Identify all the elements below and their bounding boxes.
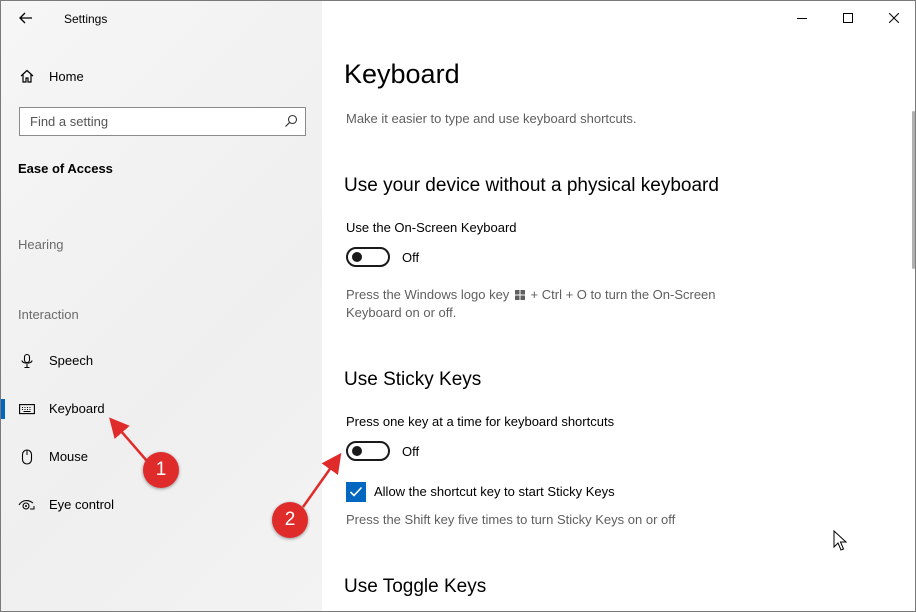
title-bar: Settings <box>1 1 322 35</box>
microphone-icon <box>18 352 36 370</box>
main-content: Keyboard Make it easier to type and use … <box>322 1 915 611</box>
toggle-knob <box>352 252 362 262</box>
minimize-button[interactable] <box>779 1 825 35</box>
close-button[interactable] <box>871 1 915 35</box>
helper-text-part: Press the Windows logo key <box>346 287 510 302</box>
search-box <box>19 107 306 136</box>
osk-toggle-state: Off <box>402 250 420 265</box>
sticky-keys-helper-text: Press the Shift key five times to turn S… <box>346 512 676 527</box>
osk-helper-text: Press the Windows logo key + Ctrl + O to… <box>346 286 766 322</box>
sticky-shortcut-checkbox[interactable] <box>346 482 366 502</box>
group-label-hearing: Hearing <box>18 237 64 252</box>
sticky-keys-toggle[interactable] <box>346 441 390 461</box>
sticky-keys-toggle-state: Off <box>402 444 420 459</box>
osk-heading: Use your device without a physical keybo… <box>344 175 719 196</box>
page-description: Make it easier to type and use keyboard … <box>346 111 637 126</box>
sticky-keys-heading: Use Sticky Keys <box>344 369 482 390</box>
back-button[interactable] <box>13 7 39 29</box>
windows-logo-icon <box>514 290 525 300</box>
home-icon <box>18 67 36 85</box>
sidebar-item-label: Speech <box>49 353 94 368</box>
osk-label: Use the On-Screen Keyboard <box>346 220 517 235</box>
app-title: Settings <box>64 12 108 26</box>
mouse-icon <box>18 448 36 466</box>
group-label-interaction: Interaction <box>18 307 79 322</box>
close-icon <box>889 13 899 23</box>
annotation-badge-2: 2 <box>272 502 308 538</box>
settings-window: Settings Home Ease of Access Hearing Int… <box>0 0 916 612</box>
toggle-keys-heading: Use Toggle Keys <box>344 576 487 597</box>
minimize-icon <box>797 18 807 19</box>
section-heading: Ease of Access <box>18 161 113 176</box>
page-title: Keyboard <box>344 59 460 89</box>
toggle-knob <box>352 446 362 456</box>
back-arrow-icon <box>19 12 32 24</box>
sidebar-item-label: Keyboard <box>49 401 105 416</box>
sidebar-item-label: Eye control <box>49 497 115 512</box>
scrollbar[interactable] <box>912 111 915 269</box>
sticky-keys-label: Press one key at a time for keyboard sho… <box>346 414 615 429</box>
maximize-button[interactable] <box>825 1 871 35</box>
nav-home[interactable]: Home <box>1 61 322 91</box>
eye-control-icon <box>18 496 36 514</box>
active-indicator <box>1 399 5 419</box>
sidebar-item-keyboard[interactable]: Keyboard <box>1 393 322 425</box>
nav-home-label: Home <box>49 68 84 84</box>
sidebar-item-label: Mouse <box>49 449 89 464</box>
osk-toggle[interactable] <box>346 247 390 267</box>
helper-text-part: Keyboard on or off. <box>346 305 457 320</box>
window-controls <box>779 1 915 35</box>
search-icon[interactable] <box>284 114 298 128</box>
checkmark-icon <box>349 486 363 497</box>
annotation-badge-1: 1 <box>143 452 179 488</box>
mouse-cursor-icon <box>833 530 847 551</box>
helper-text-part: + Ctrl + O to turn the On-Screen <box>530 287 716 302</box>
search-input[interactable] <box>20 108 278 135</box>
sticky-shortcut-checkbox-label: Allow the shortcut key to start Sticky K… <box>374 484 615 499</box>
sidebar-item-speech[interactable]: Speech <box>1 345 322 377</box>
keyboard-icon <box>18 400 36 418</box>
maximize-icon <box>843 13 853 23</box>
